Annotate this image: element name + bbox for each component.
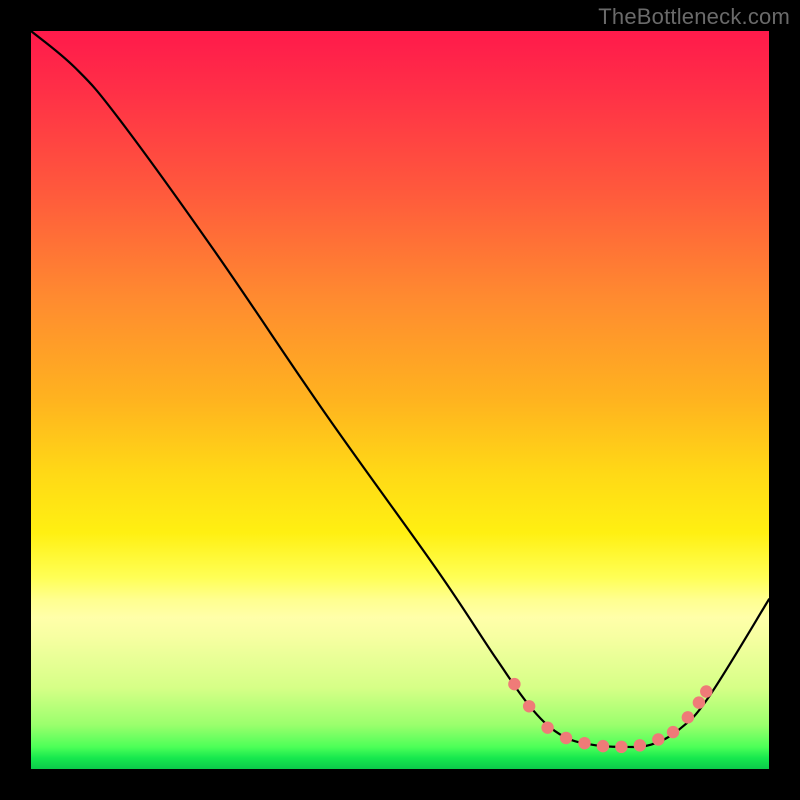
curve-layer [31,31,769,769]
curve-marker [523,700,535,712]
curve-marker [578,737,590,749]
chart-frame: TheBottleneck.com [0,0,800,800]
curve-marker [682,711,694,723]
curve-marker [634,739,646,751]
curve-marker [700,685,712,697]
curve-marker [615,741,627,753]
curve-marker [560,732,572,744]
bottleneck-curve [31,31,769,747]
curve-marker [667,726,679,738]
plot-area [31,31,769,769]
curve-marker [508,678,520,690]
curve-marker [693,696,705,708]
attribution-label: TheBottleneck.com [598,4,790,30]
curve-marker [541,721,553,733]
curve-marker [597,740,609,752]
curve-marker [652,733,664,745]
